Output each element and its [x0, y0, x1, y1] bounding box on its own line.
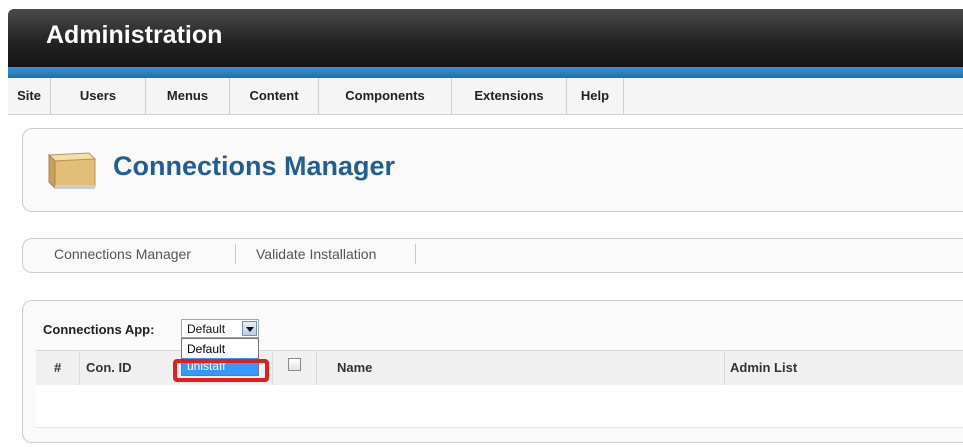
column-number: # — [54, 360, 62, 375]
menu-content[interactable]: Content — [230, 78, 319, 114]
admin-header: Administration — [8, 9, 963, 67]
submenu-divider — [235, 244, 236, 264]
column-admin-list[interactable]: Admin List — [730, 351, 797, 385]
column-name[interactable]: Name — [337, 351, 372, 385]
select-value: Default — [187, 322, 226, 336]
header-title: Administration — [46, 21, 223, 49]
main-menubar: Site Users Menus Content Components Exte… — [8, 78, 963, 115]
menu-menus[interactable]: Menus — [146, 78, 230, 114]
column-divider — [79, 351, 80, 385]
submenu-divider — [415, 244, 416, 264]
submenu-validate-installation[interactable]: Validate Installation — [256, 246, 376, 262]
chevron-down-icon[interactable] — [242, 321, 257, 336]
submenu-connections-manager[interactable]: Connections Manager — [54, 246, 191, 262]
column-con-id[interactable]: Con. ID — [86, 351, 132, 385]
table-body — [36, 385, 963, 428]
column-divider — [724, 351, 725, 385]
highlight-annotation-box — [173, 359, 269, 382]
header-accent-strip — [8, 67, 963, 78]
menu-site[interactable]: Site — [8, 78, 51, 114]
package-box-icon — [43, 139, 97, 191]
connections-app-select[interactable]: Default — [181, 319, 259, 338]
menu-extensions[interactable]: Extensions — [452, 78, 567, 114]
column-divider — [316, 351, 317, 385]
menu-components[interactable]: Components — [319, 78, 452, 114]
menu-users[interactable]: Users — [51, 78, 146, 114]
dropdown-option-default[interactable]: Default — [182, 341, 258, 358]
column-divider — [272, 351, 273, 385]
select-all-checkbox[interactable] — [288, 358, 301, 371]
page-title: Connections Manager — [113, 151, 396, 181]
connections-app-label: Connections App: — [43, 322, 155, 337]
menu-help[interactable]: Help — [567, 78, 624, 114]
